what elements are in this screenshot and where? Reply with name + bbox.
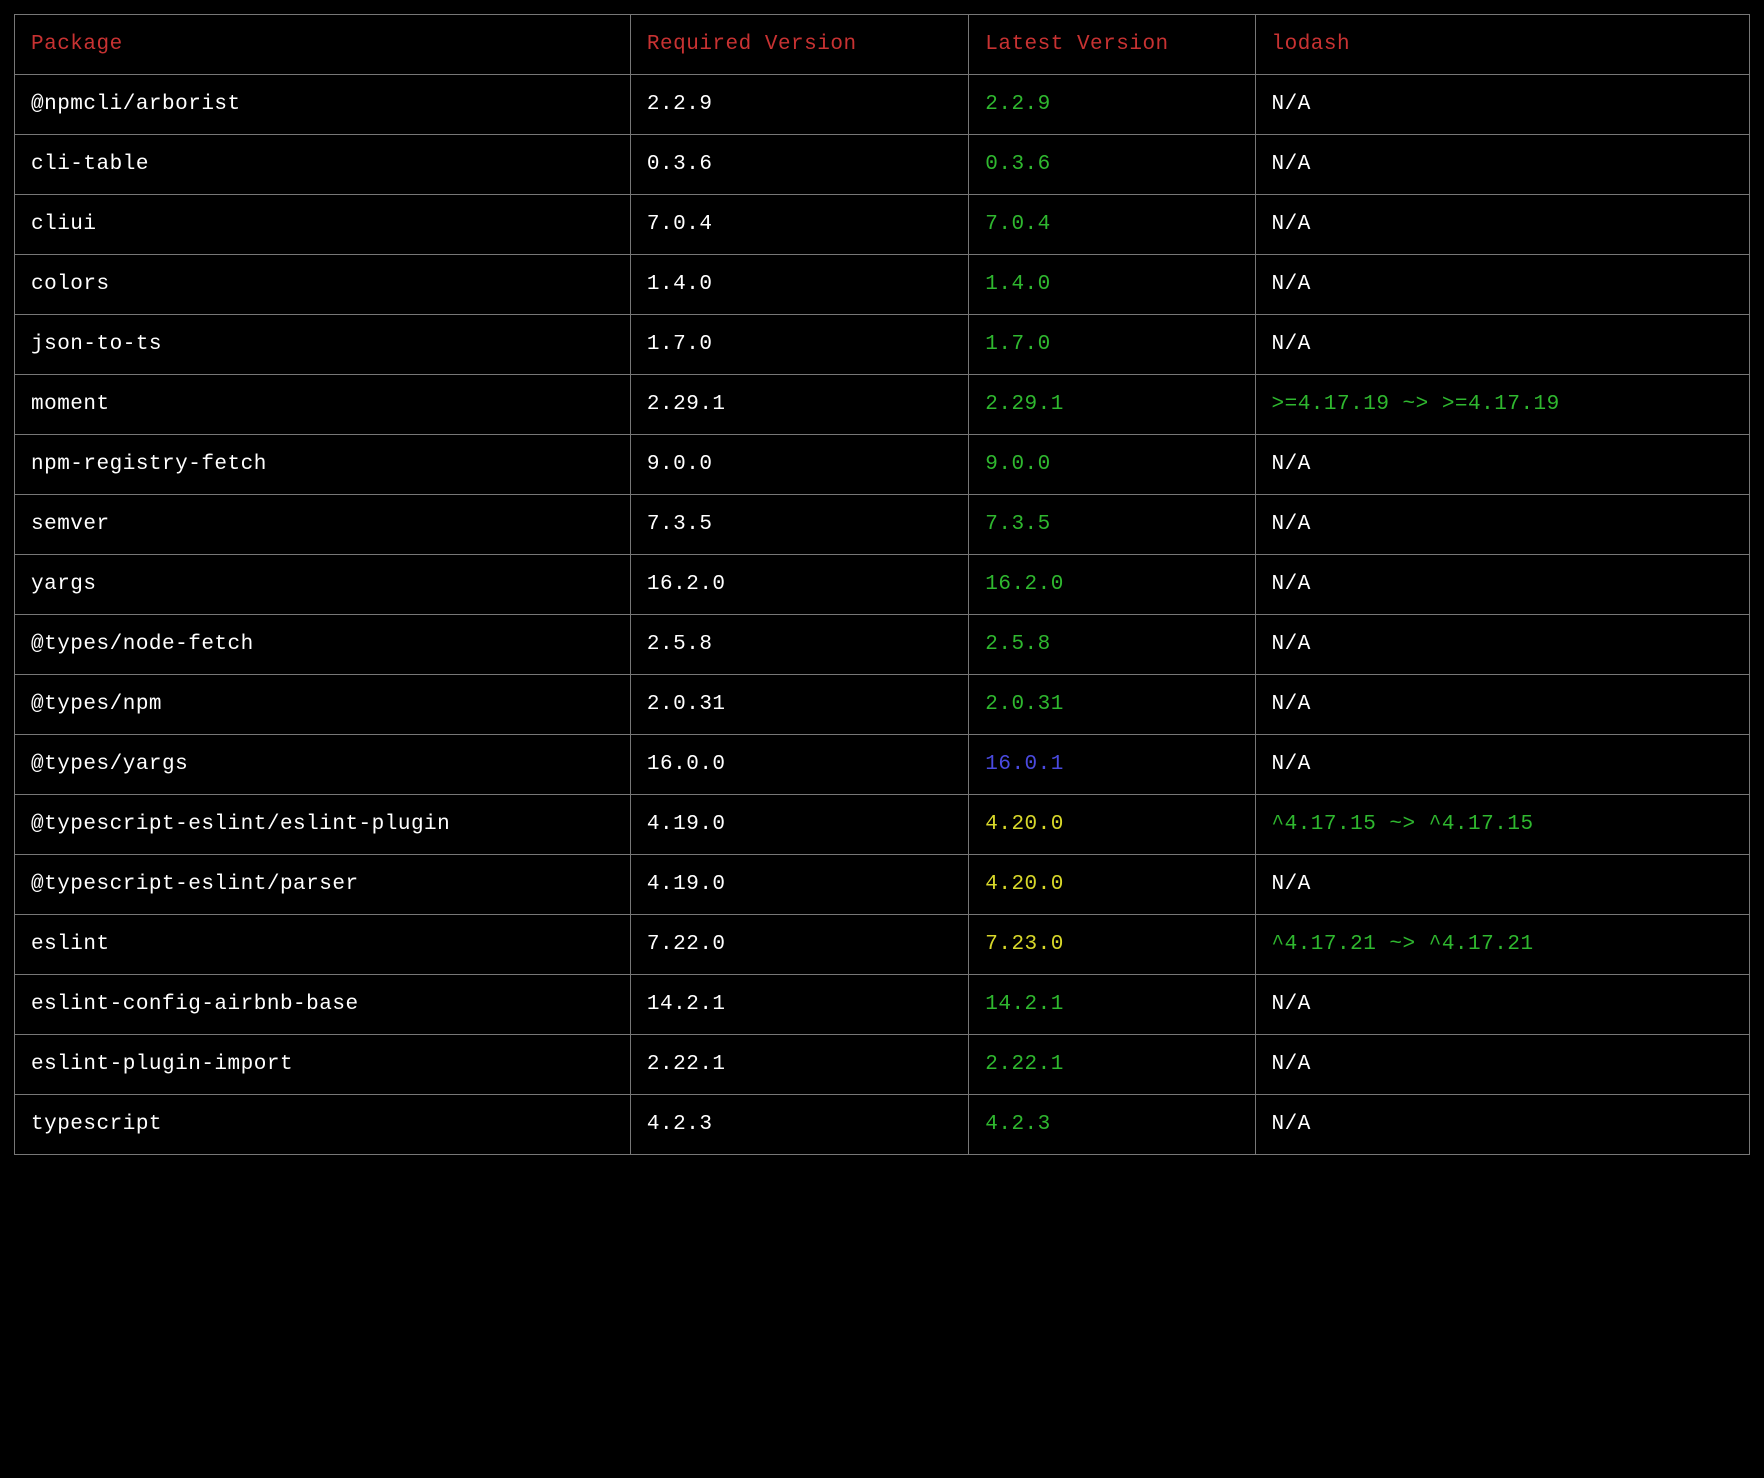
cell-required-version: 1.7.0	[630, 315, 968, 375]
cell-lodash: N/A	[1255, 435, 1750, 495]
table-row: eslint-plugin-import2.22.12.22.1N/A	[15, 1035, 1750, 1095]
cell-latest-version: 2.29.1	[969, 375, 1255, 435]
table-row: @typescript-eslint/parser4.19.04.20.0N/A	[15, 855, 1750, 915]
cell-lodash: N/A	[1255, 1095, 1750, 1155]
table-row: @types/yargs16.0.016.0.1N/A	[15, 735, 1750, 795]
cell-latest-version: 0.3.6	[969, 135, 1255, 195]
cell-package: @types/yargs	[15, 735, 631, 795]
cell-latest-version: 4.2.3	[969, 1095, 1255, 1155]
cell-required-version: 2.0.31	[630, 675, 968, 735]
cell-required-version: 4.19.0	[630, 855, 968, 915]
cell-latest-version: 7.0.4	[969, 195, 1255, 255]
cell-package: eslint	[15, 915, 631, 975]
cell-package: @types/npm	[15, 675, 631, 735]
cell-package: eslint-config-airbnb-base	[15, 975, 631, 1035]
cell-latest-version: 1.4.0	[969, 255, 1255, 315]
table-row: npm-registry-fetch9.0.09.0.0N/A	[15, 435, 1750, 495]
cell-lodash: N/A	[1255, 855, 1750, 915]
cell-package: eslint-plugin-import	[15, 1035, 631, 1095]
cell-latest-version: 2.2.9	[969, 75, 1255, 135]
cell-lodash: N/A	[1255, 555, 1750, 615]
cell-required-version: 2.5.8	[630, 615, 968, 675]
table-row: @typescript-eslint/eslint-plugin4.19.04.…	[15, 795, 1750, 855]
cell-latest-version: 16.0.1	[969, 735, 1255, 795]
cell-package: moment	[15, 375, 631, 435]
cell-lodash: N/A	[1255, 315, 1750, 375]
table-row: @types/npm2.0.312.0.31N/A	[15, 675, 1750, 735]
package-version-table: Package Required Version Latest Version …	[14, 14, 1750, 1155]
header-required: Required Version	[630, 15, 968, 75]
table-row: @npmcli/arborist2.2.92.2.9N/A	[15, 75, 1750, 135]
cell-package: yargs	[15, 555, 631, 615]
table-header-row: Package Required Version Latest Version …	[15, 15, 1750, 75]
cell-package: @typescript-eslint/eslint-plugin	[15, 795, 631, 855]
cell-required-version: 1.4.0	[630, 255, 968, 315]
cell-lodash: ^4.17.15 ~> ^4.17.15	[1255, 795, 1750, 855]
cell-required-version: 4.2.3	[630, 1095, 968, 1155]
cell-required-version: 7.0.4	[630, 195, 968, 255]
table-row: @types/node-fetch2.5.82.5.8N/A	[15, 615, 1750, 675]
cell-required-version: 14.2.1	[630, 975, 968, 1035]
cell-lodash: >=4.17.19 ~> >=4.17.19	[1255, 375, 1750, 435]
table-row: colors1.4.01.4.0N/A	[15, 255, 1750, 315]
cell-latest-version: 9.0.0	[969, 435, 1255, 495]
cell-lodash: N/A	[1255, 135, 1750, 195]
cell-lodash: ^4.17.21 ~> ^4.17.21	[1255, 915, 1750, 975]
cell-package: typescript	[15, 1095, 631, 1155]
cell-latest-version: 16.2.0	[969, 555, 1255, 615]
cell-latest-version: 1.7.0	[969, 315, 1255, 375]
cell-required-version: 9.0.0	[630, 435, 968, 495]
header-lodash: lodash	[1255, 15, 1750, 75]
table-row: yargs16.2.016.2.0N/A	[15, 555, 1750, 615]
cell-package: cli-table	[15, 135, 631, 195]
table-row: cli-table0.3.60.3.6N/A	[15, 135, 1750, 195]
cell-required-version: 7.3.5	[630, 495, 968, 555]
cell-package: colors	[15, 255, 631, 315]
table-row: eslint-config-airbnb-base14.2.114.2.1N/A	[15, 975, 1750, 1035]
table-row: cliui7.0.47.0.4N/A	[15, 195, 1750, 255]
cell-required-version: 7.22.0	[630, 915, 968, 975]
cell-lodash: N/A	[1255, 675, 1750, 735]
table-row: semver7.3.57.3.5N/A	[15, 495, 1750, 555]
cell-lodash: N/A	[1255, 615, 1750, 675]
cell-lodash: N/A	[1255, 975, 1750, 1035]
cell-package: @types/node-fetch	[15, 615, 631, 675]
cell-lodash: N/A	[1255, 255, 1750, 315]
header-package: Package	[15, 15, 631, 75]
cell-lodash: N/A	[1255, 735, 1750, 795]
cell-required-version: 4.19.0	[630, 795, 968, 855]
cell-package: npm-registry-fetch	[15, 435, 631, 495]
header-latest: Latest Version	[969, 15, 1255, 75]
cell-required-version: 0.3.6	[630, 135, 968, 195]
table-row: eslint7.22.07.23.0^4.17.21 ~> ^4.17.21	[15, 915, 1750, 975]
cell-package: @npmcli/arborist	[15, 75, 631, 135]
table-row: json-to-ts1.7.01.7.0N/A	[15, 315, 1750, 375]
cell-required-version: 2.2.9	[630, 75, 968, 135]
cell-required-version: 16.0.0	[630, 735, 968, 795]
table-row: moment2.29.12.29.1>=4.17.19 ~> >=4.17.19	[15, 375, 1750, 435]
table-row: typescript4.2.34.2.3N/A	[15, 1095, 1750, 1155]
cell-latest-version: 2.5.8	[969, 615, 1255, 675]
cell-required-version: 2.29.1	[630, 375, 968, 435]
cell-package: @typescript-eslint/parser	[15, 855, 631, 915]
cell-latest-version: 2.22.1	[969, 1035, 1255, 1095]
cell-latest-version: 7.3.5	[969, 495, 1255, 555]
cell-latest-version: 7.23.0	[969, 915, 1255, 975]
cell-latest-version: 4.20.0	[969, 795, 1255, 855]
cell-package: semver	[15, 495, 631, 555]
cell-latest-version: 4.20.0	[969, 855, 1255, 915]
cell-package: cliui	[15, 195, 631, 255]
cell-lodash: N/A	[1255, 195, 1750, 255]
cell-package: json-to-ts	[15, 315, 631, 375]
cell-latest-version: 2.0.31	[969, 675, 1255, 735]
cell-lodash: N/A	[1255, 75, 1750, 135]
cell-lodash: N/A	[1255, 495, 1750, 555]
cell-required-version: 16.2.0	[630, 555, 968, 615]
cell-latest-version: 14.2.1	[969, 975, 1255, 1035]
cell-required-version: 2.22.1	[630, 1035, 968, 1095]
cell-lodash: N/A	[1255, 1035, 1750, 1095]
